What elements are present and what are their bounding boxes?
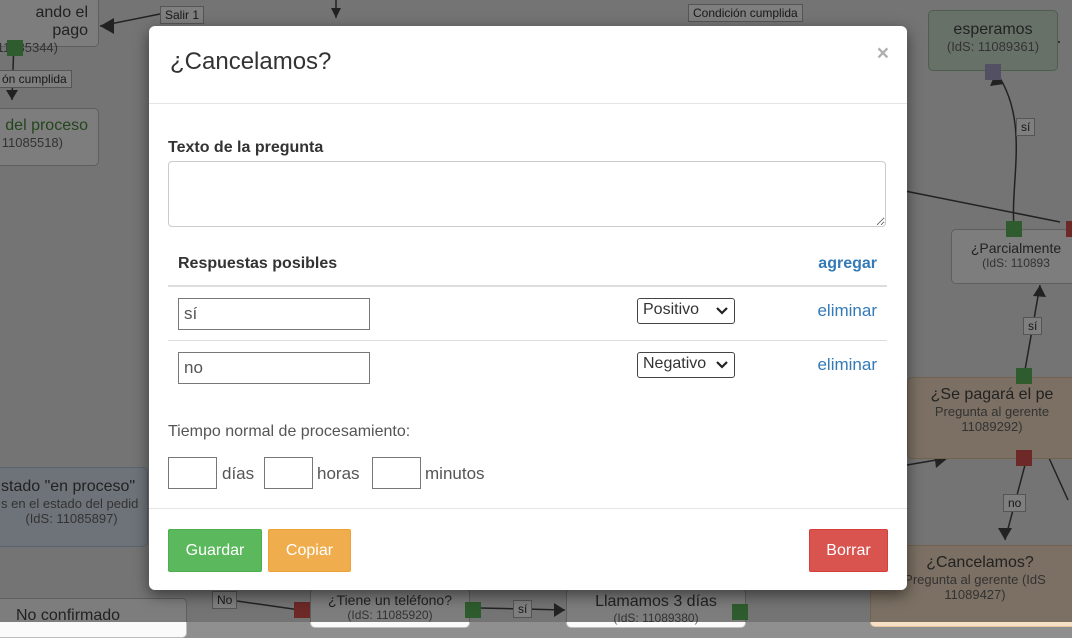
answer-type-value: Negativo xyxy=(643,355,707,372)
chevron-down-icon xyxy=(716,361,728,369)
answer-row: Positivo eliminar xyxy=(168,287,887,341)
days-input[interactable] xyxy=(168,457,217,489)
modal-title: ¿Cancelamos? xyxy=(170,48,332,75)
answer-type-value: Positivo xyxy=(643,301,700,318)
answer-type-select[interactable]: Positivo xyxy=(637,298,735,324)
minutes-input[interactable] xyxy=(372,457,421,489)
copy-button[interactable]: Copiar xyxy=(268,529,351,572)
days-unit: días xyxy=(222,464,255,483)
answer-text-input[interactable] xyxy=(178,298,370,330)
delete-answer-link[interactable]: eliminar xyxy=(817,301,877,321)
answer-text-input[interactable] xyxy=(178,352,370,384)
save-button[interactable]: Guardar xyxy=(168,529,262,572)
modal-footer: Guardar Copiar Borrar xyxy=(149,508,907,590)
answers-title: Respuestas posibles xyxy=(178,255,338,272)
delete-answer-link[interactable]: eliminar xyxy=(817,355,877,375)
delete-button[interactable]: Borrar xyxy=(809,529,888,572)
chevron-down-icon xyxy=(716,307,728,315)
answers-header: Respuestas posibles agregar xyxy=(168,247,887,287)
close-icon[interactable]: × xyxy=(877,42,889,66)
question-text-input[interactable] xyxy=(168,161,886,227)
minutes-unit: minutos xyxy=(425,464,485,483)
question-modal: ¿Cancelamos? × Texto de la pregunta Resp… xyxy=(149,26,907,590)
answer-type-select[interactable]: Negativo xyxy=(637,352,735,378)
question-text-label: Texto de la pregunta xyxy=(168,139,324,156)
hours-input[interactable] xyxy=(264,457,313,489)
hours-unit: horas xyxy=(317,464,360,483)
modal-header: ¿Cancelamos? × xyxy=(149,26,907,104)
processing-time-label: Tiempo normal de procesamiento: xyxy=(168,423,411,440)
answer-row: Negativo eliminar xyxy=(168,341,887,395)
add-answer-link[interactable]: agregar xyxy=(818,255,877,273)
